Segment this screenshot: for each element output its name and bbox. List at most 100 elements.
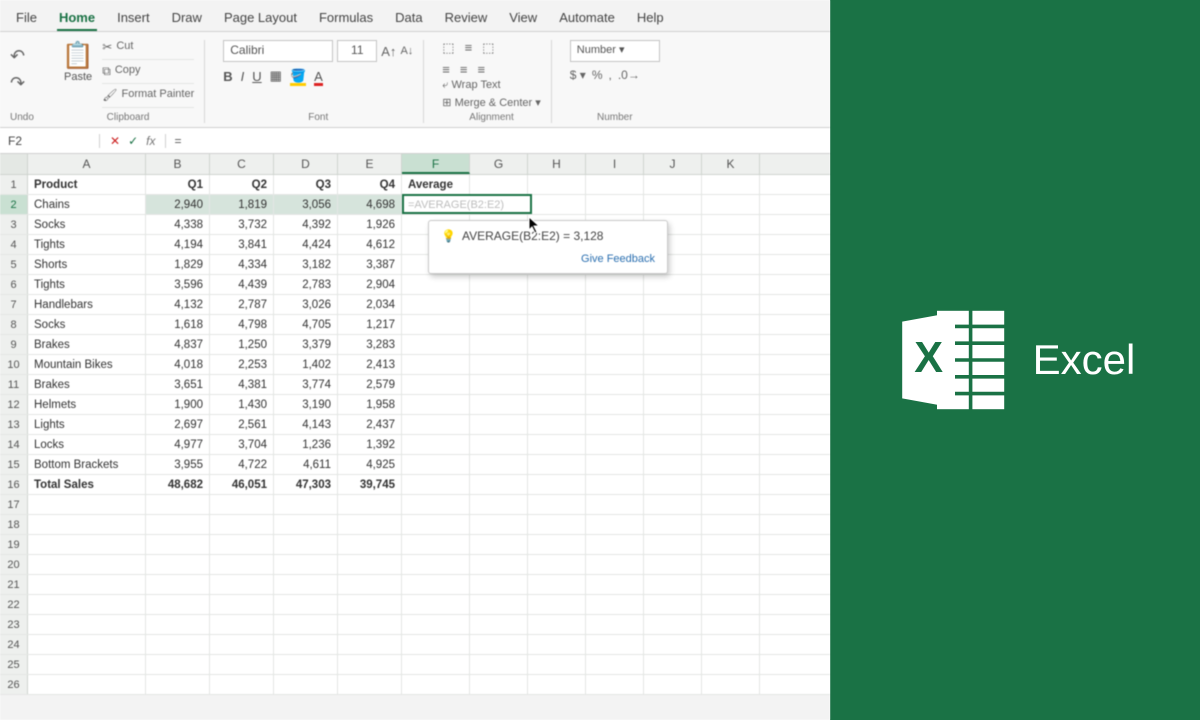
- tab-data[interactable]: Data: [393, 6, 424, 31]
- cell-q2[interactable]: 3,732: [210, 215, 274, 234]
- cell-empty[interactable]: [644, 595, 702, 614]
- cell-empty[interactable]: [210, 535, 274, 554]
- cell-empty[interactable]: [702, 475, 760, 494]
- cell-empty[interactable]: [210, 595, 274, 614]
- cell-empty[interactable]: [470, 475, 528, 494]
- cell-q4[interactable]: 2,413: [338, 355, 402, 374]
- cell-empty[interactable]: [702, 235, 760, 254]
- cell-empty[interactable]: [274, 535, 338, 554]
- cell-empty[interactable]: [586, 475, 644, 494]
- cell-q2[interactable]: 3,704: [210, 435, 274, 454]
- cell-empty[interactable]: [470, 575, 528, 594]
- cell-product[interactable]: Bottom Brackets: [28, 455, 146, 474]
- col-header-J[interactable]: J: [644, 154, 702, 174]
- cell-empty[interactable]: [28, 495, 146, 514]
- cell-q1[interactable]: 3,596: [146, 275, 210, 294]
- header-q1[interactable]: Q1: [146, 175, 210, 194]
- cell-empty[interactable]: [586, 535, 644, 554]
- cell-total-q2[interactable]: 46,051: [210, 475, 274, 494]
- cell-empty[interactable]: [528, 575, 586, 594]
- currency-button[interactable]: $ ▾: [570, 68, 586, 82]
- header-average[interactable]: Average: [402, 175, 470, 194]
- col-header-C[interactable]: C: [210, 154, 274, 174]
- col-header-G[interactable]: G: [470, 154, 528, 174]
- cell-total-label[interactable]: Total Sales: [28, 475, 146, 494]
- cell-empty[interactable]: [402, 415, 470, 434]
- cell-empty[interactable]: [28, 555, 146, 574]
- cell-empty[interactable]: [146, 635, 210, 654]
- font-color-button[interactable]: A: [314, 69, 323, 84]
- cell-empty[interactable]: [146, 655, 210, 674]
- cell-empty[interactable]: [586, 415, 644, 434]
- format-painter-button[interactable]: 🖌Format Painter: [102, 88, 194, 108]
- undo-icon[interactable]: ↶: [10, 46, 34, 67]
- cell-empty[interactable]: [586, 675, 644, 694]
- cell-q1[interactable]: 3,955: [146, 455, 210, 474]
- cell-empty[interactable]: [586, 355, 644, 374]
- cell-empty[interactable]: [644, 355, 702, 374]
- wrap-text-button[interactable]: ⤶ Wrap Text: [442, 79, 541, 92]
- merge-center-button[interactable]: ⊞ Merge & Center ▾: [442, 96, 541, 109]
- row-header-10[interactable]: 10: [0, 355, 28, 374]
- cell-empty[interactable]: [528, 195, 586, 214]
- cell-empty[interactable]: [702, 295, 760, 314]
- row-header-3[interactable]: 3: [0, 215, 28, 234]
- cell-q2[interactable]: 4,439: [210, 275, 274, 294]
- row-header-16[interactable]: 16: [0, 475, 28, 494]
- cell-product[interactable]: Shorts: [28, 255, 146, 274]
- cell-empty[interactable]: [702, 615, 760, 634]
- cell-q3[interactable]: 3,190: [274, 395, 338, 414]
- cell-q3[interactable]: 3,026: [274, 295, 338, 314]
- cell-product[interactable]: Mountain Bikes: [28, 355, 146, 374]
- cell-empty[interactable]: [470, 635, 528, 654]
- cell-empty[interactable]: [470, 455, 528, 474]
- cell-empty[interactable]: [146, 575, 210, 594]
- cell-q1[interactable]: 4,837: [146, 335, 210, 354]
- cell-empty[interactable]: [338, 535, 402, 554]
- cell-empty[interactable]: [586, 315, 644, 334]
- cell-empty[interactable]: [402, 475, 470, 494]
- cell-empty[interactable]: [28, 595, 146, 614]
- cell-empty[interactable]: [586, 515, 644, 534]
- cell-q1[interactable]: 4,977: [146, 435, 210, 454]
- cell-empty[interactable]: [528, 675, 586, 694]
- cell-product[interactable]: Socks: [28, 315, 146, 334]
- cell-q1[interactable]: 4,338: [146, 215, 210, 234]
- fx-icon[interactable]: fx: [146, 134, 155, 148]
- cell-q4[interactable]: 1,392: [338, 435, 402, 454]
- header-q4[interactable]: Q4: [338, 175, 402, 194]
- cell-product[interactable]: Handlebars: [28, 295, 146, 314]
- cell-q1[interactable]: 1,829: [146, 255, 210, 274]
- cell-empty[interactable]: [644, 195, 702, 214]
- cell-empty[interactable]: [470, 495, 528, 514]
- cell-empty[interactable]: [402, 655, 470, 674]
- cell-empty[interactable]: [210, 575, 274, 594]
- cell-empty[interactable]: [644, 675, 702, 694]
- cell-empty[interactable]: [528, 535, 586, 554]
- cell-empty[interactable]: [586, 395, 644, 414]
- row-header-19[interactable]: 19: [0, 535, 28, 554]
- cell-product[interactable]: Socks: [28, 215, 146, 234]
- cell-empty[interactable]: [338, 675, 402, 694]
- cell-empty[interactable]: [146, 515, 210, 534]
- row-header-24[interactable]: 24: [0, 635, 28, 654]
- cell-empty[interactable]: [470, 335, 528, 354]
- percent-button[interactable]: %: [592, 68, 603, 82]
- cell-q1[interactable]: 1,618: [146, 315, 210, 334]
- cell-empty[interactable]: [644, 175, 702, 194]
- row-header-11[interactable]: 11: [0, 375, 28, 394]
- tab-draw[interactable]: Draw: [170, 6, 204, 31]
- cell-empty[interactable]: [528, 335, 586, 354]
- row-header-17[interactable]: 17: [0, 495, 28, 514]
- active-cell[interactable]: =AVERAGE(B2:E2): [402, 194, 532, 214]
- cell-empty[interactable]: [470, 435, 528, 454]
- number-format-select[interactable]: Number ▾: [570, 40, 660, 62]
- cell-q3[interactable]: 1,236: [274, 435, 338, 454]
- cell-empty[interactable]: [470, 395, 528, 414]
- align-left-icon[interactable]: ≡: [442, 62, 450, 77]
- cell-q2[interactable]: 1,819: [210, 195, 274, 214]
- cell-empty[interactable]: [528, 295, 586, 314]
- cell-q4[interactable]: 3,387: [338, 255, 402, 274]
- cell-empty[interactable]: [210, 635, 274, 654]
- header-q2[interactable]: Q2: [210, 175, 274, 194]
